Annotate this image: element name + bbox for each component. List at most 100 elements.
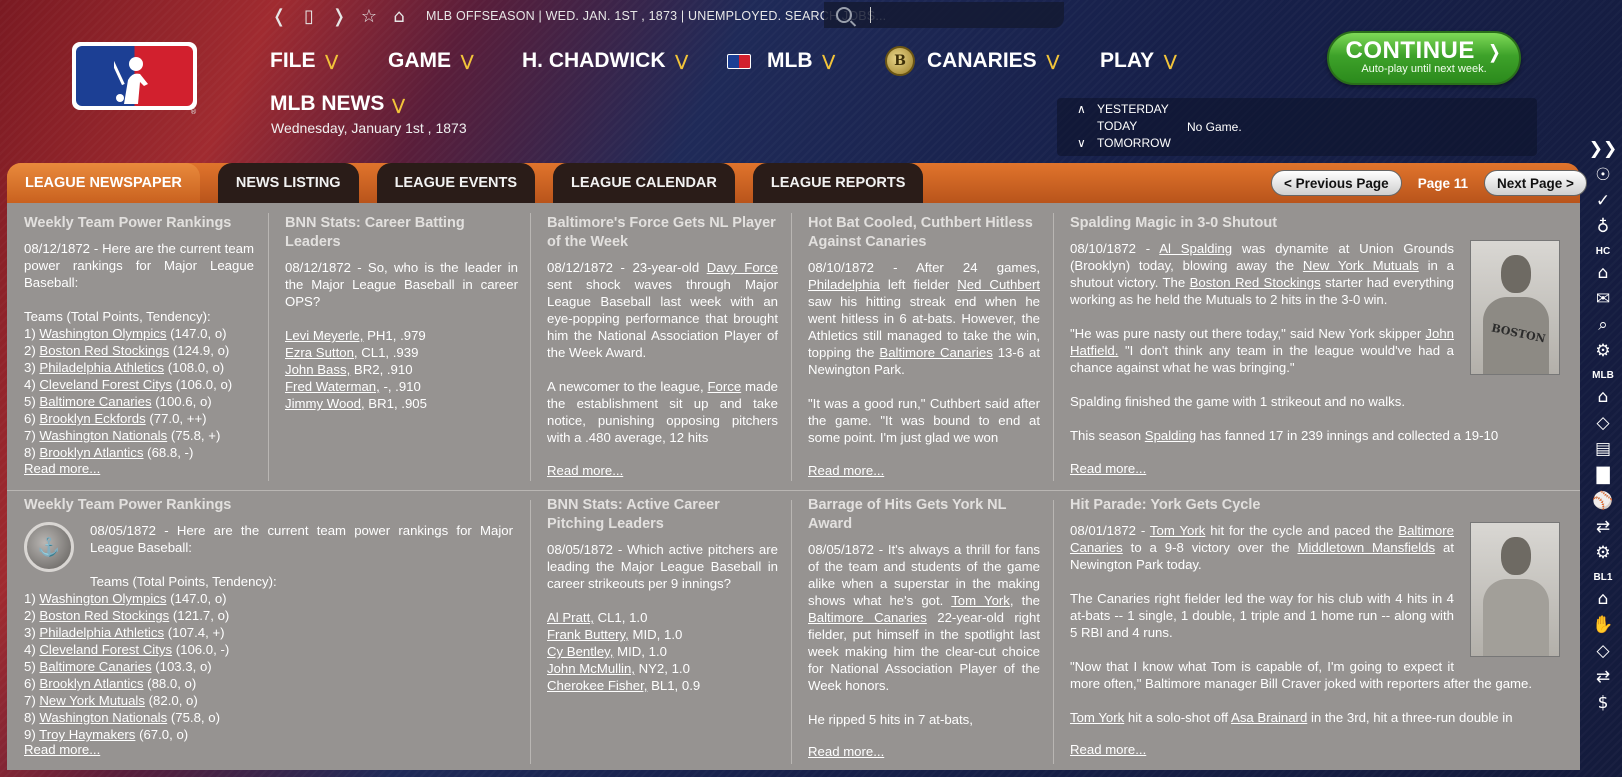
transfer-icon[interactable]: ⇄ bbox=[1596, 514, 1610, 540]
schedule-yesterday[interactable]: YESTERDAY bbox=[1097, 102, 1169, 116]
check-icon[interactable]: ✓ bbox=[1596, 188, 1610, 214]
player-link[interactable]: Al Pratt, bbox=[547, 610, 594, 625]
player-link[interactable]: Frank Buttery, bbox=[547, 627, 629, 642]
bookmark-icon[interactable]: ▯ bbox=[300, 6, 318, 27]
diamond-icon[interactable]: ◇ bbox=[1596, 410, 1609, 436]
team-link[interactable]: Baltimore Canaries bbox=[879, 345, 992, 360]
chevron-up-icon[interactable]: ∧ bbox=[1077, 102, 1086, 116]
article-title[interactable]: Weekly Team Power Rankings bbox=[24, 496, 513, 515]
article-title[interactable]: Hot Bat Cooled, Cuthbert Hitless Against… bbox=[808, 214, 1040, 252]
mlb-logo[interactable] bbox=[72, 42, 197, 110]
chevron-down-icon[interactable]: ∨ bbox=[1077, 136, 1086, 150]
team-link[interactable]: Washington Nationals bbox=[39, 428, 167, 443]
previous-page-button[interactable]: < Previous Page bbox=[1271, 170, 1402, 196]
team-link[interactable]: Middletown Mansfields bbox=[1297, 540, 1435, 555]
menu-file[interactable]: FILE ⋁ bbox=[270, 44, 338, 78]
globe-icon[interactable]: ♁ bbox=[1597, 214, 1609, 240]
article-title[interactable]: Hit Parade: York Gets Cycle bbox=[1070, 496, 1560, 515]
player-link[interactable]: Tom York bbox=[1150, 523, 1205, 538]
team-link[interactable]: Washington Nationals bbox=[39, 710, 167, 725]
gear-icon[interactable]: ⚙ bbox=[1595, 540, 1610, 566]
player-link[interactable]: Force bbox=[707, 379, 741, 394]
team-link[interactable]: Washington Olympics bbox=[39, 326, 166, 341]
player-photo[interactable] bbox=[1470, 522, 1560, 657]
team-link[interactable]: Cleveland Forest Citys bbox=[39, 642, 172, 657]
player-link[interactable]: Ezra Sutton, bbox=[285, 345, 358, 360]
player-link[interactable]: Tom York bbox=[951, 593, 1010, 608]
transfer-icon[interactable]: ⇄ bbox=[1596, 664, 1610, 690]
read-more-link[interactable]: Read more... bbox=[808, 463, 889, 478]
team-link[interactable]: Brooklyn Eckfords bbox=[39, 411, 145, 426]
player-link[interactable]: John McMullin, bbox=[547, 661, 635, 676]
player-link[interactable]: Ned Cuthbert bbox=[957, 277, 1040, 292]
tab-league-newspaper[interactable]: LEAGUE NEWSPAPER bbox=[7, 163, 200, 203]
lightbulb-icon[interactable]: ☉ bbox=[1595, 162, 1610, 188]
search-icon[interactable]: ⌕ bbox=[1598, 312, 1608, 338]
team-link[interactable]: Washington Olympics bbox=[39, 591, 166, 606]
home-icon[interactable]: ⌂ bbox=[1598, 384, 1609, 410]
article-title[interactable]: Weekly Team Power Rankings bbox=[24, 214, 254, 233]
tab-league-events[interactable]: LEAGUE EVENTS bbox=[376, 163, 536, 203]
search-icon[interactable] bbox=[836, 7, 852, 23]
menu-game[interactable]: GAME ⋁ bbox=[388, 44, 473, 78]
read-more-link[interactable]: Read more... bbox=[1070, 742, 1151, 757]
home-icon[interactable]: ⌂ bbox=[1598, 586, 1609, 612]
article-title[interactable]: Spalding Magic in 3-0 Shutout bbox=[1070, 214, 1560, 233]
schedule-tomorrow[interactable]: TOMORROW bbox=[1097, 136, 1171, 150]
player-link[interactable]: Davy Force bbox=[707, 260, 778, 275]
forward-icon[interactable]: ❭ bbox=[330, 6, 348, 27]
baseball-icon[interactable]: ⚾ bbox=[1592, 488, 1613, 514]
read-more-link[interactable]: Read more... bbox=[547, 463, 628, 478]
player-link[interactable]: John Bass, bbox=[285, 362, 350, 377]
team-link[interactable]: New York Mutuals bbox=[1303, 258, 1419, 273]
team-link[interactable]: Baltimore Canaries bbox=[39, 394, 151, 409]
read-more-link[interactable]: Read more... bbox=[1070, 461, 1151, 476]
search-input[interactable] bbox=[870, 7, 871, 23]
home-icon[interactable]: ⌂ bbox=[390, 6, 408, 27]
team-link[interactable]: Baltimore Canaries bbox=[808, 610, 927, 625]
tab-news-listing[interactable]: NEWS LISTING bbox=[217, 163, 359, 203]
team-link[interactable]: Cleveland Forest Citys bbox=[39, 377, 172, 392]
menu-team[interactable]: B CANARIES ⋁ bbox=[885, 44, 1059, 78]
tab-league-reports[interactable]: LEAGUE REPORTS bbox=[752, 163, 924, 203]
player-link[interactable]: Spalding bbox=[1145, 428, 1196, 443]
article-title[interactable]: BNN Stats: Active Career Pitching Leader… bbox=[547, 496, 778, 534]
read-more-link[interactable]: Read more... bbox=[808, 744, 889, 759]
player-photo[interactable]: BOSTON bbox=[1470, 240, 1560, 375]
player-link[interactable]: Jimmy Wood, bbox=[285, 396, 365, 411]
player-link[interactable]: Asa Brainard bbox=[1231, 710, 1307, 725]
next-page-button[interactable]: Next Page > bbox=[1483, 170, 1587, 196]
continue-button[interactable]: CONTINUE ❭ Auto-play until next week. bbox=[1327, 31, 1521, 85]
dollar-icon[interactable]: $ bbox=[1598, 690, 1609, 716]
team-link[interactable]: Baltimore Canaries bbox=[39, 659, 151, 674]
article-title[interactable]: Barrage of Hits Gets York NL Award bbox=[808, 496, 1040, 534]
expand-icon[interactable]: ❯❯ bbox=[1589, 136, 1618, 162]
player-link[interactable]: Tom York bbox=[1070, 710, 1124, 725]
team-link[interactable]: Boston Red Stockings bbox=[1190, 275, 1321, 290]
player-link[interactable]: Al Spalding bbox=[1159, 241, 1232, 256]
chart-icon[interactable]: ▇ bbox=[1596, 462, 1609, 488]
menu-manager[interactable]: H. CHADWICK ⋁ bbox=[522, 44, 688, 78]
status-text[interactable]: MLB OFFSEASON | WED. JAN. 1ST , 1873 | U… bbox=[426, 9, 886, 23]
team-link[interactable]: New York Mutuals bbox=[39, 693, 145, 708]
home-icon[interactable]: ⌂ bbox=[1598, 260, 1609, 286]
page-title[interactable]: MLB NEWS ⋁ bbox=[270, 92, 405, 116]
player-link[interactable]: Fred Waterman, bbox=[285, 379, 380, 394]
read-more-link[interactable]: Read more... bbox=[24, 461, 105, 476]
team-link[interactable]: Philadelphia Athletics bbox=[39, 360, 164, 375]
team-link[interactable]: Brooklyn Atlantics bbox=[39, 445, 143, 460]
player-link[interactable]: Cherokee Fisher, bbox=[547, 678, 647, 693]
id-card-icon[interactable]: ▤ bbox=[1595, 436, 1611, 462]
read-more-link[interactable]: Read more... bbox=[24, 742, 105, 757]
back-icon[interactable]: ❬ bbox=[270, 6, 288, 27]
player-link[interactable]: Levi Meyerle, bbox=[285, 328, 363, 343]
team-link[interactable]: Boston Red Stockings bbox=[39, 343, 169, 358]
handshake-icon[interactable]: ✋ bbox=[1592, 612, 1613, 638]
star-icon[interactable]: ☆ bbox=[360, 6, 378, 27]
player-link[interactable]: Cy Bentley, bbox=[547, 644, 613, 659]
menu-league[interactable]: MLB ⋁ bbox=[727, 44, 835, 78]
team-link[interactable]: Troy Haymakers bbox=[39, 727, 135, 742]
search-box[interactable] bbox=[824, 2, 1064, 28]
diamond-icon[interactable]: ◇ bbox=[1596, 638, 1609, 664]
mail-icon[interactable]: ✉ bbox=[1596, 286, 1610, 312]
